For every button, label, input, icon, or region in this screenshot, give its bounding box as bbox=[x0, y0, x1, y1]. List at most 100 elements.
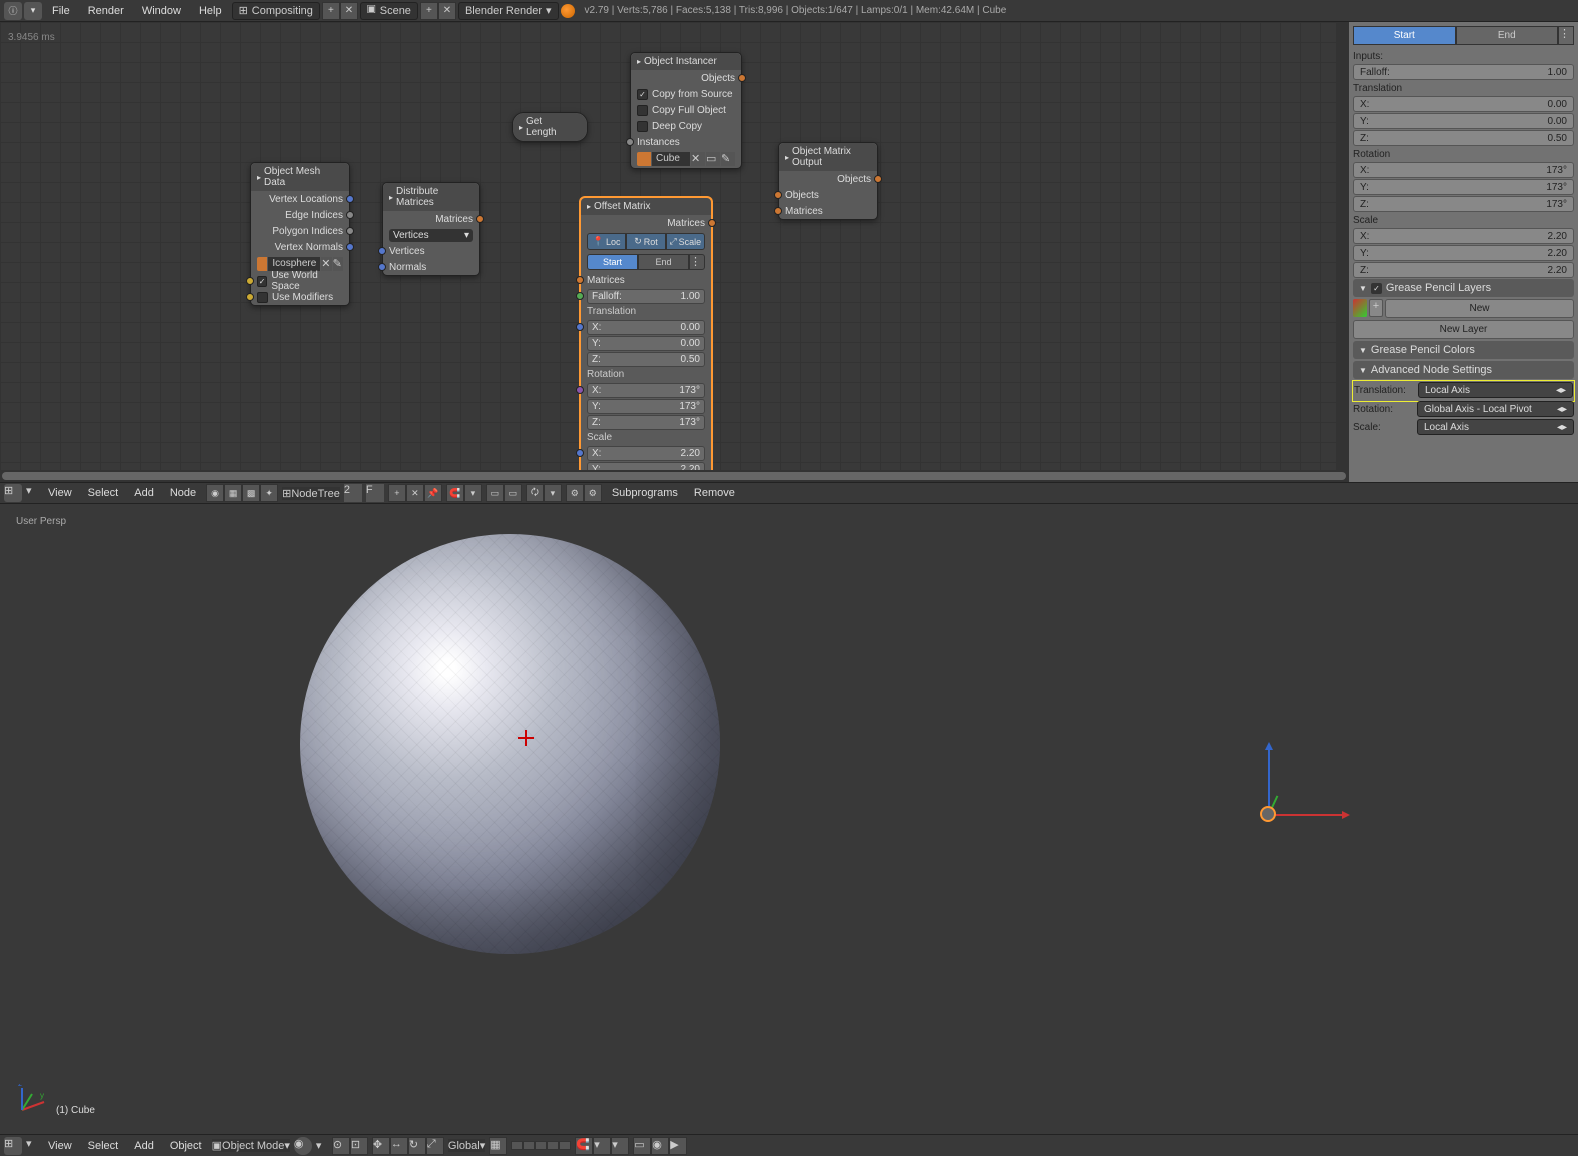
nodetree-dropdown[interactable]: ⊞NodeTree bbox=[282, 487, 340, 500]
ty-field[interactable]: Y:0.00 bbox=[1353, 113, 1574, 129]
mode-dropdown[interactable]: Vertices▾ bbox=[383, 227, 479, 243]
rotate-icon[interactable]: ↻ bbox=[408, 1137, 426, 1155]
add-tree-icon[interactable]: + bbox=[388, 484, 406, 502]
render-border-icon[interactable]: ▭ bbox=[633, 1137, 651, 1155]
tab-end[interactable]: End bbox=[638, 254, 689, 270]
snap-icon[interactable]: 🧲 bbox=[575, 1137, 593, 1155]
viewport-3d[interactable]: User Persp y z (1) Cube bbox=[0, 504, 1578, 1134]
toggle-rot[interactable]: ↻Rot bbox=[626, 233, 665, 250]
rz-field[interactable]: Z:173° bbox=[1353, 196, 1574, 212]
tx-field[interactable]: X:0.00 bbox=[1353, 96, 1574, 112]
gizmo-origin[interactable] bbox=[1260, 806, 1276, 822]
snap-mode-icon[interactable]: ▾ bbox=[464, 484, 482, 502]
sy-field[interactable]: Y:2.20 bbox=[1353, 245, 1574, 261]
tz-field[interactable]: Z:0.50 bbox=[581, 351, 711, 367]
snap-icon[interactable]: 🧲 bbox=[446, 484, 464, 502]
toggle-scale[interactable]: ⤢Scale bbox=[666, 233, 705, 250]
menu-node[interactable]: Node bbox=[164, 485, 202, 501]
use-modifiers-checkbox[interactable]: Use Modifiers bbox=[251, 289, 349, 305]
node-offset-matrix[interactable]: ▸Offset Matrix Matrices 📍Loc ↻Rot ⤢Scale… bbox=[580, 197, 712, 482]
node-object-instancer[interactable]: ▸Object Instancer Objects ✓Copy from Sou… bbox=[630, 52, 742, 169]
menu-help[interactable]: Help bbox=[191, 3, 230, 19]
add-icon[interactable]: + bbox=[1369, 299, 1383, 317]
snap-type-icon[interactable]: ▾ bbox=[593, 1137, 611, 1155]
node-header[interactable]: ▸Distribute Matrices bbox=[383, 183, 479, 211]
layout-remove-icon[interactable]: ✕ bbox=[340, 2, 358, 20]
menu-add[interactable]: Add bbox=[128, 1138, 160, 1154]
horizontal-scrollbar[interactable] bbox=[0, 470, 1348, 482]
animation-tree-icon[interactable]: ✦ bbox=[260, 484, 278, 502]
users-count[interactable]: 2 bbox=[344, 484, 362, 502]
tab-start[interactable]: Start bbox=[587, 254, 638, 270]
scene-remove-icon[interactable]: ✕ bbox=[438, 2, 456, 20]
tool-icon[interactable]: ⚙ bbox=[566, 484, 584, 502]
menu-file[interactable]: File bbox=[44, 3, 78, 19]
use-world-space-checkbox[interactable]: ✓Use World Space bbox=[251, 273, 349, 289]
translation-axis-dropdown[interactable]: Local Axis◂▸ bbox=[1418, 382, 1573, 398]
eyedropper-icon[interactable]: ✎ bbox=[721, 152, 735, 166]
options-icon[interactable]: ⋮ bbox=[689, 254, 705, 270]
snap-target-icon[interactable]: ▾ bbox=[611, 1137, 629, 1155]
scene-dropdown[interactable]: 🞕Scene bbox=[360, 2, 418, 20]
editor-type-icon[interactable]: ⊞ bbox=[4, 1137, 22, 1155]
orientation-dropdown[interactable]: Global▾ bbox=[448, 1139, 485, 1152]
info-icon[interactable]: ⓘ bbox=[4, 2, 22, 20]
node-header[interactable]: ▸Object Instancer bbox=[631, 53, 741, 70]
clear-icon[interactable]: ✕ bbox=[691, 152, 705, 166]
rx-field[interactable]: X:173° bbox=[1353, 162, 1574, 178]
auto-exec-icon[interactable]: 🗘 bbox=[526, 484, 544, 502]
pivot2-icon[interactable]: ⊡ bbox=[350, 1137, 368, 1155]
menu-view[interactable]: View bbox=[42, 485, 78, 501]
advanced-node-settings-header[interactable]: ▼Advanced Node Settings bbox=[1353, 361, 1574, 379]
render-anim-icon[interactable]: ▶ bbox=[669, 1137, 687, 1155]
compositor-tree-icon[interactable]: ▦ bbox=[224, 484, 242, 502]
shading-icon[interactable]: ◉ bbox=[294, 1137, 312, 1155]
tx-field[interactable]: X:0.00 bbox=[581, 319, 711, 335]
scale-icon[interactable]: ⤢ bbox=[426, 1137, 444, 1155]
node-header[interactable]: ▸Offset Matrix bbox=[581, 198, 711, 215]
menu-add[interactable]: Add bbox=[128, 485, 160, 501]
menu-window[interactable]: Window bbox=[134, 3, 189, 19]
rx-field[interactable]: X:173° bbox=[581, 382, 711, 398]
gizmo-x-axis[interactable] bbox=[1268, 814, 1348, 816]
falloff-field[interactable]: Falloff:1.00 bbox=[1353, 64, 1574, 80]
shading-expand-icon[interactable]: ▾ bbox=[316, 1139, 328, 1152]
menu-select[interactable]: Select bbox=[82, 485, 125, 501]
vertical-scrollbar[interactable] bbox=[1336, 22, 1348, 470]
clear-icon[interactable]: ✕ bbox=[321, 257, 331, 271]
list-icon[interactable]: ▭ bbox=[706, 152, 720, 166]
editor-type-icon[interactable]: ▾ bbox=[24, 2, 42, 20]
expand-icon[interactable]: ▾ bbox=[26, 484, 38, 502]
grease-pencil-colors-header[interactable]: ▼Grease Pencil Colors bbox=[1353, 341, 1574, 359]
grease-pencil-layers-header[interactable]: ▼✓Grease Pencil Layers bbox=[1353, 279, 1574, 297]
menu-render[interactable]: Render bbox=[80, 3, 132, 19]
pivot-icon[interactable]: ⊙ bbox=[332, 1137, 350, 1155]
rz-field[interactable]: Z:173° bbox=[581, 414, 711, 430]
tab-end[interactable]: End bbox=[1456, 26, 1559, 45]
toggle-loc[interactable]: 📍Loc bbox=[587, 233, 626, 250]
editor-type-icon[interactable]: ⊞ bbox=[4, 484, 22, 502]
manipulator-icon[interactable]: ✥ bbox=[372, 1137, 390, 1155]
layout-dropdown[interactable]: ⊞Compositing bbox=[232, 2, 320, 20]
menu-view[interactable]: View bbox=[42, 1138, 78, 1154]
shader-tree-icon[interactable]: ◉ bbox=[206, 484, 224, 502]
unlink-tree-icon[interactable]: ✕ bbox=[406, 484, 424, 502]
scene-add-icon[interactable]: + bbox=[420, 2, 438, 20]
layers-icon[interactable]: ▦ bbox=[489, 1137, 507, 1155]
sx-field[interactable]: X:2.20 bbox=[581, 445, 711, 461]
menu-select[interactable]: Select bbox=[82, 1138, 125, 1154]
gizmo-z-axis[interactable] bbox=[1268, 744, 1270, 814]
expand-icon[interactable]: ▾ bbox=[26, 1137, 38, 1155]
new-button[interactable]: New bbox=[1385, 299, 1574, 318]
scale-axis-dropdown[interactable]: Local Axis◂▸ bbox=[1417, 419, 1574, 435]
node-object-mesh-data[interactable]: ▸Object Mesh Data Vertex Locations Edge … bbox=[250, 162, 350, 306]
source-object-field[interactable]: Cube✕▭✎ bbox=[631, 150, 741, 168]
render-icon[interactable]: ◉ bbox=[651, 1137, 669, 1155]
ty-field[interactable]: Y:0.00 bbox=[581, 335, 711, 351]
tool2-icon[interactable]: ⚙ bbox=[584, 484, 602, 502]
node-header[interactable]: ▸Get Length bbox=[513, 113, 587, 141]
ry-field[interactable]: Y:173° bbox=[581, 398, 711, 414]
pencil-icon[interactable] bbox=[1353, 299, 1367, 317]
node-get-length[interactable]: ▸Get Length bbox=[512, 112, 588, 142]
translate-icon[interactable]: ↔ bbox=[390, 1137, 408, 1155]
